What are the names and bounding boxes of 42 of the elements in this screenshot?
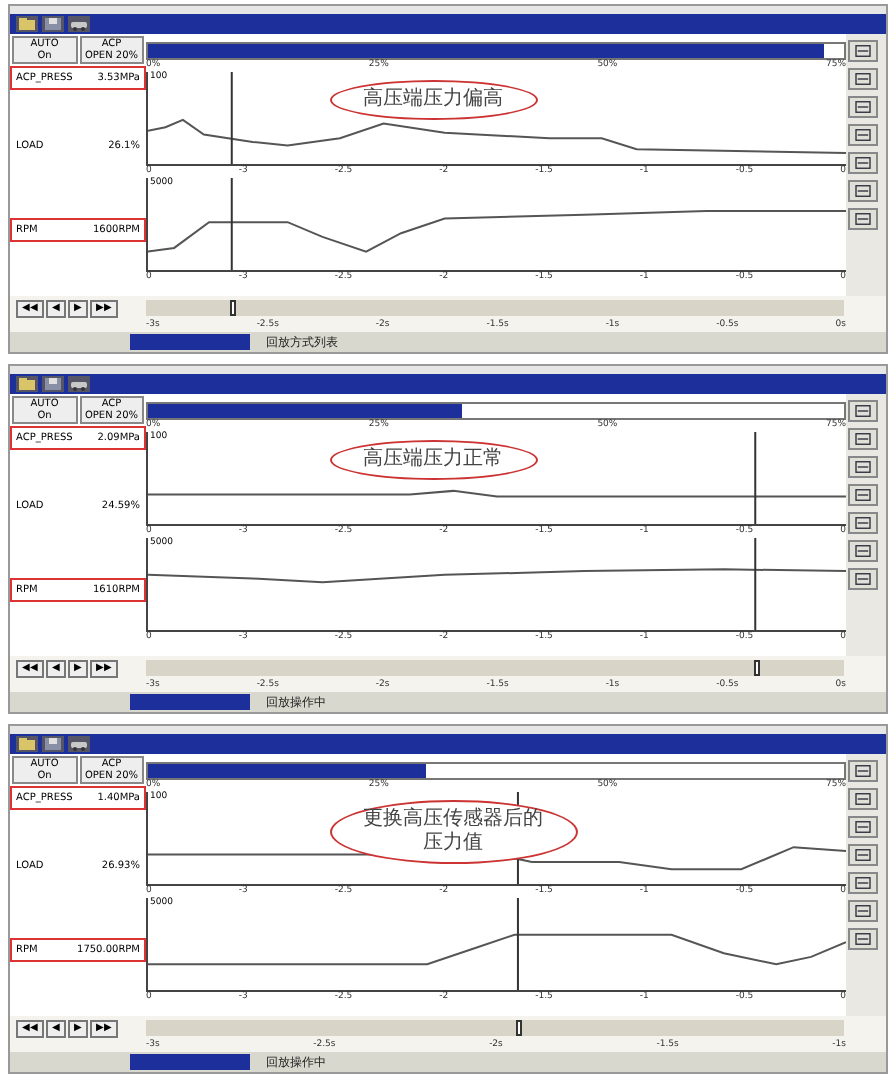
tool-button[interactable] (848, 872, 878, 894)
folder-icon[interactable] (16, 736, 38, 752)
callout-bubble: 更换高压传感器后的压力值 (329, 800, 578, 864)
tool-button[interactable] (848, 568, 878, 590)
tool-button[interactable] (848, 208, 878, 230)
folder-icon[interactable] (16, 376, 38, 392)
tool-button[interactable] (848, 512, 878, 534)
tool-button[interactable] (848, 40, 878, 62)
tool-button[interactable] (848, 900, 878, 922)
playback-slider[interactable] (146, 660, 844, 676)
tool-button[interactable] (848, 180, 878, 202)
status-panel (130, 694, 250, 710)
callout-bubble: 高压端压力偏高 (329, 80, 538, 120)
slider-thumb[interactable] (229, 300, 236, 316)
tool-button[interactable] (848, 540, 878, 562)
disk-icon[interactable] (42, 736, 64, 752)
tool-button[interactable] (848, 928, 878, 950)
folder-icon[interactable] (16, 16, 38, 32)
tool-button[interactable] (848, 844, 878, 866)
tool-button[interactable] (848, 428, 878, 450)
tool-button[interactable] (848, 400, 878, 422)
tool-button[interactable] (848, 484, 878, 506)
tool-button[interactable] (848, 760, 878, 782)
tool-button[interactable] (848, 124, 878, 146)
tool-button[interactable] (848, 816, 878, 838)
tool-button[interactable] (848, 96, 878, 118)
playback-slider[interactable] (146, 300, 844, 316)
status-panel (130, 1054, 250, 1070)
callout-bubble: 高压端压力正常 (329, 440, 538, 480)
tool-button[interactable] (848, 788, 878, 810)
disk-icon[interactable] (42, 376, 64, 392)
tool-button[interactable] (848, 152, 878, 174)
car-icon[interactable] (68, 736, 90, 752)
car-icon[interactable] (68, 376, 90, 392)
playback-slider[interactable] (146, 1020, 844, 1036)
slider-thumb[interactable] (515, 1020, 522, 1036)
tool-button[interactable] (848, 456, 878, 478)
disk-icon[interactable] (42, 16, 64, 32)
car-icon[interactable] (68, 16, 90, 32)
status-panel (130, 334, 250, 350)
tool-button[interactable] (848, 68, 878, 90)
slider-thumb[interactable] (753, 660, 760, 676)
